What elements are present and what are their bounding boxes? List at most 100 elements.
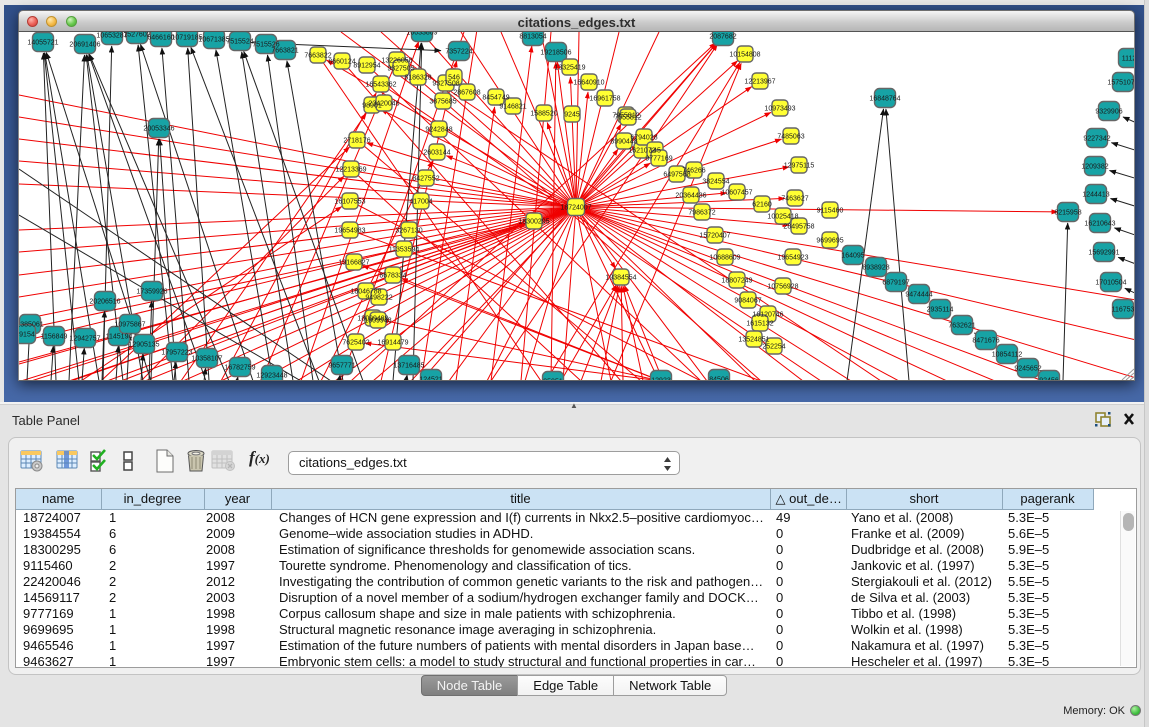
svg-text:12923448: 12923448 bbox=[256, 373, 287, 380]
svg-text:19218506: 19218506 bbox=[540, 50, 571, 57]
svg-text:8912954: 8912954 bbox=[353, 63, 380, 70]
svg-text:16961758: 16961758 bbox=[589, 96, 620, 103]
svg-text:9227342: 9227342 bbox=[1083, 136, 1110, 143]
svg-text:95051: 95051 bbox=[543, 379, 563, 382]
svg-text:1145194: 1145194 bbox=[106, 334, 133, 341]
svg-text:17957223: 17957223 bbox=[161, 350, 192, 357]
svg-text:8471676: 8471676 bbox=[972, 338, 999, 345]
svg-text:62160: 62160 bbox=[752, 202, 772, 209]
svg-text:9084067: 9084067 bbox=[734, 298, 761, 305]
svg-text:13325419: 13325419 bbox=[554, 65, 585, 72]
svg-text:12213967: 12213967 bbox=[744, 79, 775, 86]
svg-text:1244413: 1244413 bbox=[1082, 192, 1109, 199]
svg-text:1385061: 1385061 bbox=[19, 322, 44, 329]
svg-text:7625402: 7625402 bbox=[342, 340, 369, 347]
svg-text:8660124: 8660124 bbox=[328, 59, 355, 66]
svg-text:92456: 92456 bbox=[1039, 378, 1059, 382]
svg-text:19384554: 19384554 bbox=[605, 275, 636, 282]
svg-text:164095: 164095 bbox=[841, 253, 864, 260]
svg-text:9327505: 9327505 bbox=[387, 66, 414, 73]
svg-text:16848764: 16848764 bbox=[869, 96, 900, 103]
svg-text:3267130: 3267130 bbox=[395, 228, 422, 235]
svg-text:6879197: 6879197 bbox=[882, 280, 909, 287]
svg-text:746266: 746266 bbox=[682, 168, 705, 175]
svg-text:7632621: 7632621 bbox=[948, 323, 975, 330]
svg-text:20691406: 20691406 bbox=[69, 42, 100, 49]
svg-text:18807249: 18807249 bbox=[721, 278, 752, 285]
svg-text:10756928: 10756928 bbox=[767, 284, 798, 291]
svg-text:10358107: 10358107 bbox=[191, 356, 222, 363]
svg-text:18724007: 18724007 bbox=[560, 205, 591, 212]
svg-text:16120746: 16120746 bbox=[752, 312, 783, 319]
svg-text:84506: 84506 bbox=[709, 377, 729, 382]
svg-text:16210643: 16210643 bbox=[1084, 221, 1115, 228]
svg-text:145: 145 bbox=[649, 148, 661, 155]
svg-text:10154808: 10154808 bbox=[729, 52, 760, 59]
svg-text:19166827: 19166827 bbox=[338, 260, 369, 267]
svg-text:13226058: 13226058 bbox=[381, 58, 412, 65]
svg-text:20364436: 20364436 bbox=[675, 193, 706, 200]
svg-text:9245652: 9245652 bbox=[1014, 366, 1041, 373]
svg-text:12975115: 12975115 bbox=[784, 163, 815, 170]
svg-text:9699695: 9699695 bbox=[816, 238, 843, 245]
svg-text:16640910: 16640910 bbox=[573, 80, 604, 87]
svg-text:11353594: 11353594 bbox=[389, 247, 420, 254]
svg-text:16782759: 16782759 bbox=[224, 365, 255, 372]
svg-text:2867608: 2867608 bbox=[453, 90, 480, 97]
svg-text:7663821: 7663821 bbox=[271, 48, 298, 55]
svg-text:10854112: 10854112 bbox=[992, 352, 1023, 359]
svg-text:8938928: 8938928 bbox=[862, 265, 889, 272]
svg-text:2935114: 2935114 bbox=[927, 307, 954, 314]
svg-text:16914479: 16914479 bbox=[377, 340, 408, 347]
svg-text:16033809: 16033809 bbox=[406, 32, 437, 37]
svg-text:252254: 252254 bbox=[762, 344, 785, 351]
svg-text:9115460: 9115460 bbox=[817, 208, 844, 215]
svg-text:8427552: 8427552 bbox=[412, 176, 439, 183]
svg-text:10671385: 10671385 bbox=[198, 37, 229, 44]
svg-text:7986372: 7986372 bbox=[688, 210, 715, 217]
svg-text:124521: 124521 bbox=[419, 377, 442, 382]
svg-text:14055721: 14055721 bbox=[27, 40, 58, 47]
svg-text:8186328: 8186328 bbox=[404, 75, 431, 82]
svg-text:18300295: 18300295 bbox=[518, 219, 549, 226]
svg-text:116753: 116753 bbox=[1112, 307, 1135, 314]
svg-text:12213369: 12213369 bbox=[335, 167, 366, 174]
svg-text:9327508: 9327508 bbox=[432, 81, 459, 88]
svg-text:10607457: 10607457 bbox=[721, 190, 752, 197]
svg-text:2603144: 2603144 bbox=[423, 150, 450, 157]
svg-text:7955812: 7955812 bbox=[614, 115, 641, 122]
svg-text:13524851: 13524851 bbox=[738, 337, 769, 344]
svg-text:8813054: 8813054 bbox=[519, 34, 546, 41]
svg-text:19654983: 19654983 bbox=[334, 228, 365, 235]
svg-text:1615132: 1615132 bbox=[746, 321, 773, 328]
svg-text:8454749: 8454749 bbox=[482, 95, 509, 102]
svg-text:20206516: 20206516 bbox=[89, 299, 120, 306]
svg-text:10025418: 10025418 bbox=[767, 214, 798, 221]
svg-text:2087682: 2087682 bbox=[709, 34, 736, 41]
svg-text:16107553: 16107553 bbox=[334, 199, 365, 206]
svg-text:12942757: 12942757 bbox=[69, 336, 100, 343]
svg-text:17359928: 17359928 bbox=[136, 289, 167, 296]
svg-text:9242848: 9242848 bbox=[425, 127, 452, 134]
svg-text:7515524: 7515524 bbox=[226, 39, 253, 46]
svg-text:17010504: 17010504 bbox=[1095, 280, 1126, 287]
svg-text:15720407: 15720407 bbox=[699, 233, 730, 240]
svg-text:15692991: 15692991 bbox=[1088, 250, 1119, 257]
svg-text:6794028: 6794028 bbox=[630, 135, 657, 142]
svg-text:12923: 12923 bbox=[651, 378, 671, 382]
svg-text:12905135: 12905135 bbox=[128, 342, 159, 349]
svg-text:23420046: 23420046 bbox=[368, 101, 399, 108]
svg-text:8678334: 8678334 bbox=[379, 273, 406, 280]
svg-text:9146821: 9146821 bbox=[499, 104, 526, 111]
svg-text:2718176: 2718176 bbox=[343, 138, 370, 145]
svg-text:546: 546 bbox=[448, 75, 460, 82]
svg-text:15751074: 15751074 bbox=[1107, 80, 1135, 87]
svg-text:1156849: 1156849 bbox=[41, 334, 68, 341]
svg-text:28495758: 28495758 bbox=[783, 224, 814, 231]
svg-text:20053346: 20053346 bbox=[143, 126, 174, 133]
svg-text:7357224: 7357224 bbox=[445, 49, 472, 56]
svg-text:19654923: 19654923 bbox=[777, 255, 808, 262]
svg-text:9498222: 9498222 bbox=[365, 295, 392, 302]
svg-text:7485063: 7485063 bbox=[777, 134, 804, 141]
svg-text:3875685: 3875685 bbox=[429, 99, 456, 106]
